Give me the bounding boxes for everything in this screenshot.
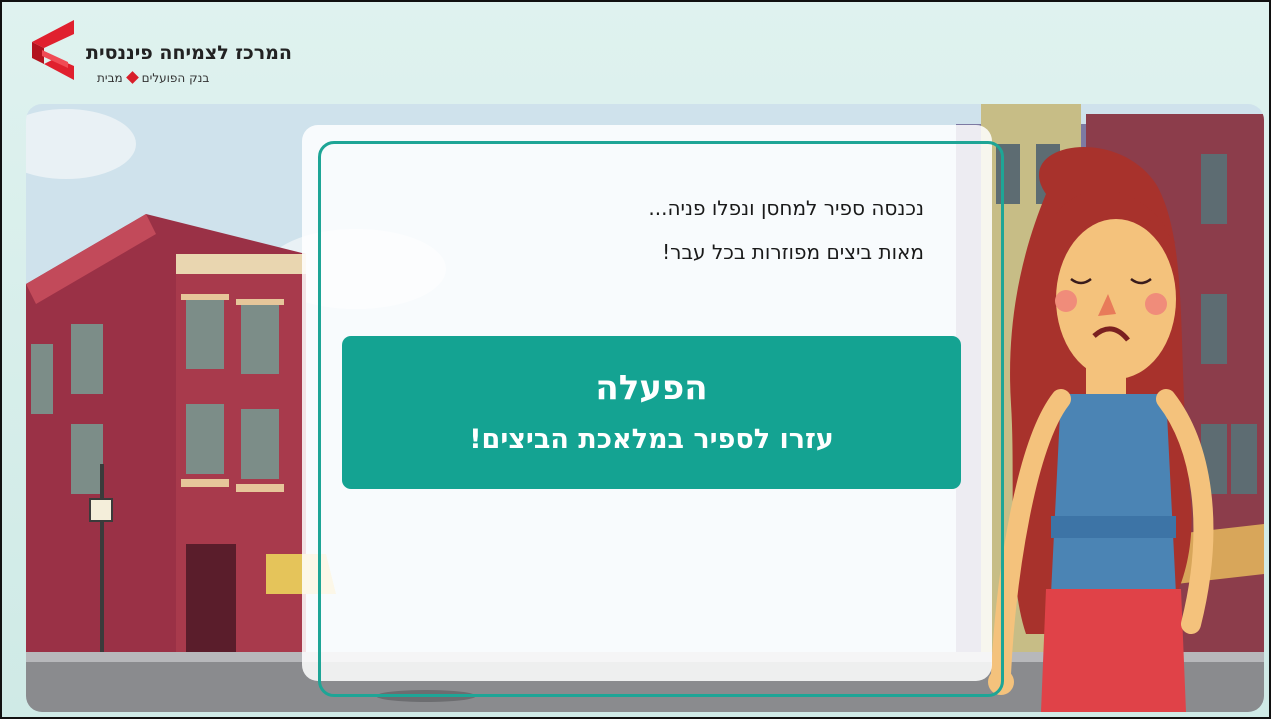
activity-button[interactable]: הפעלה עזרו לספיר במלאכת הביצים! bbox=[342, 336, 961, 489]
activity-subtitle: עזרו לספיר במלאכת הביצים! bbox=[469, 424, 834, 455]
brand-subtitle: בנק הפועלים מבית bbox=[97, 71, 209, 85]
story-line-2: מאות ביצים מפוזרות בכל עבר! bbox=[662, 240, 924, 264]
app-frame: המרכז לצמיחה פיננסית בנק הפועלים מבית נכנ… bbox=[0, 0, 1271, 719]
diamond-icon bbox=[125, 71, 139, 84]
brand-subtitle-org: בנק הפועלים bbox=[141, 71, 210, 85]
brand-subtitle-from: מבית bbox=[97, 71, 123, 85]
brand-title: המרכז לצמיחה פיננסית bbox=[86, 42, 292, 64]
brand-logo-icon bbox=[32, 20, 74, 80]
story-line-1: נכנסה ספיר למחסן ונפלו פניה... bbox=[648, 196, 924, 220]
activity-title: הפעלה bbox=[595, 368, 708, 408]
header: המרכז לצמיחה פיננסית בנק הפועלים מבית bbox=[2, 2, 1269, 102]
